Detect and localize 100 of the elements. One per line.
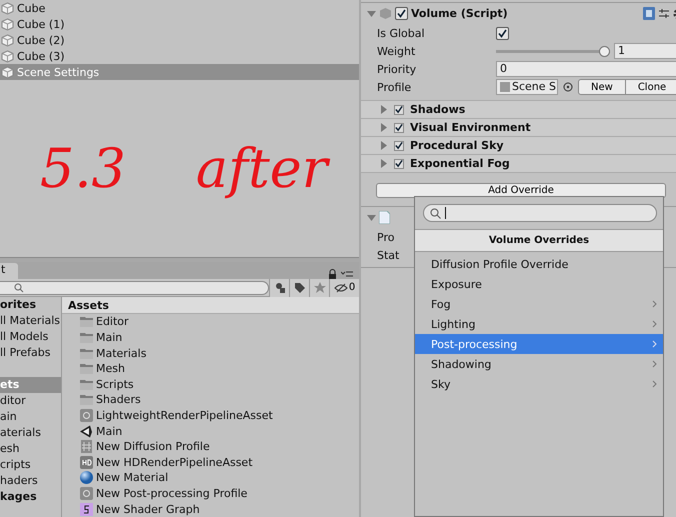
folder-tree-item[interactable]: cripts bbox=[0, 457, 61, 473]
hierarchy-item[interactable]: Cube (3) bbox=[0, 48, 359, 64]
slider-thumb[interactable] bbox=[599, 46, 610, 56]
sphere-icon bbox=[79, 470, 94, 486]
folder-icon bbox=[79, 330, 94, 344]
toolbar-button[interactable]: New bbox=[578, 79, 626, 95]
checkbox[interactable] bbox=[394, 122, 404, 132]
asset-item[interactable]: New Diffusion Profile bbox=[62, 438, 359, 454]
override-header[interactable]: Visual Environment bbox=[361, 118, 676, 136]
chevron-right-icon bbox=[652, 300, 657, 308]
asset-item[interactable]: Materials bbox=[62, 345, 359, 361]
hidden-count: 0 bbox=[348, 282, 356, 293]
asset-item[interactable]: Editor bbox=[62, 314, 359, 330]
menu-item[interactable]: Diffusion Profile Override bbox=[415, 254, 663, 274]
folder-icon bbox=[79, 315, 94, 328]
component-title: Volume (Script) bbox=[411, 7, 509, 20]
asset-item[interactable]: Mesh bbox=[62, 360, 359, 376]
override-header[interactable]: Procedural Sky bbox=[361, 136, 676, 154]
asset-name: New Post-processing Profile bbox=[96, 487, 248, 500]
menu-item[interactable]: Fog bbox=[415, 294, 663, 314]
folder-tree-item[interactable]: aterials bbox=[0, 425, 61, 441]
asset-name: Scripts bbox=[96, 378, 134, 391]
override-title: Visual Environment bbox=[410, 121, 532, 134]
menu-item[interactable]: Shadowing bbox=[415, 354, 663, 374]
checkbox[interactable] bbox=[394, 158, 404, 168]
object-value: Scene S bbox=[512, 80, 556, 94]
item-label: Scene Settings bbox=[17, 66, 100, 78]
toolbar-button[interactable]: Clone bbox=[626, 79, 676, 95]
component-toggle[interactable] bbox=[395, 7, 408, 20]
expand-arrow-icon[interactable] bbox=[367, 213, 376, 222]
handwritten-annotation: 5.3 bbox=[40, 142, 126, 196]
asset-item[interactable]: New HDRenderPipelineAsset bbox=[62, 454, 359, 470]
asset-name: Main bbox=[96, 330, 122, 344]
number-field[interactable]: 0 bbox=[496, 61, 676, 77]
filter-label-button[interactable] bbox=[289, 278, 309, 296]
asset-item[interactable]: New Material bbox=[62, 470, 359, 486]
menu-title: Volume Overrides bbox=[415, 229, 663, 252]
sliders-icon[interactable] bbox=[658, 8, 670, 20]
checkbox[interactable] bbox=[394, 104, 404, 114]
favorite-item[interactable]: ll Prefabs bbox=[0, 345, 61, 361]
asset-name: Materials bbox=[96, 346, 146, 360]
hierarchy-item[interactable]: Cube (1) bbox=[0, 16, 359, 32]
field-label: Priority bbox=[377, 62, 418, 76]
asset-name: New Shader Graph bbox=[96, 502, 200, 516]
menu-item[interactable]: Post-processing bbox=[415, 334, 663, 354]
favorite-item[interactable]: ll Models bbox=[0, 329, 61, 345]
asset-item[interactable]: Main bbox=[62, 330, 359, 346]
search-icon bbox=[430, 208, 441, 218]
star-icon bbox=[314, 282, 326, 294]
asset-name: New Material bbox=[96, 471, 168, 484]
search-field[interactable] bbox=[423, 204, 657, 222]
chevron-right-icon bbox=[652, 340, 657, 348]
item-label: Cube bbox=[17, 2, 46, 14]
asset-name: LightweightRenderPipelineAsset bbox=[96, 408, 273, 422]
chevron-right-icon bbox=[652, 380, 657, 388]
grid-icon bbox=[79, 439, 94, 454]
tag-icon bbox=[294, 282, 306, 294]
menu-item[interactable]: Exposure bbox=[415, 274, 663, 294]
hierarchy-item[interactable]: Cube bbox=[0, 0, 359, 16]
checkbox[interactable] bbox=[496, 26, 509, 40]
folder-icon bbox=[79, 378, 94, 391]
menu-item[interactable]: Lighting bbox=[415, 314, 663, 334]
override-title: Procedural Sky bbox=[410, 139, 505, 152]
expand-arrow-icon[interactable] bbox=[367, 9, 376, 18]
lock-icon[interactable] bbox=[328, 269, 337, 279]
object-field[interactable]: Scene S bbox=[496, 79, 558, 95]
menu-item[interactable]: Sky bbox=[415, 374, 663, 394]
folder-tree-item[interactable]: ain bbox=[0, 409, 61, 425]
item-label: Cube (1) bbox=[17, 18, 64, 30]
asset-item[interactable]: New Shader Graph bbox=[62, 501, 359, 517]
field-label: Pro bbox=[377, 230, 394, 244]
hidden-packages-button[interactable]: 0 bbox=[329, 278, 359, 296]
override-header[interactable]: Exponential Fog bbox=[361, 154, 676, 172]
hierarchy-item[interactable]: Cube (2) bbox=[0, 32, 359, 48]
asset-item[interactable]: Scripts bbox=[62, 376, 359, 392]
section-heading: orites bbox=[0, 297, 38, 313]
folder-tree-item[interactable]: esh bbox=[0, 441, 61, 457]
folder-tree-item[interactable]: ditor bbox=[0, 393, 61, 409]
shapes-icon bbox=[274, 282, 286, 293]
checkbox[interactable] bbox=[394, 140, 404, 150]
override-title: Shadows bbox=[410, 103, 466, 116]
asset-name: New Diffusion Profile bbox=[96, 440, 210, 454]
asset-item[interactable]: Shaders bbox=[62, 392, 359, 408]
menu-icon[interactable] bbox=[341, 270, 353, 278]
item-label: Cube (3) bbox=[17, 50, 64, 62]
asset-item[interactable]: Main bbox=[62, 423, 359, 439]
search-field[interactable] bbox=[0, 280, 269, 294]
folder-icon bbox=[79, 393, 94, 406]
favorite-item[interactable]: ll Materials bbox=[0, 313, 61, 329]
panel-tab[interactable]: t bbox=[0, 263, 18, 279]
hidden-eye-icon bbox=[334, 282, 348, 292]
folder-tree-item[interactable]: haders bbox=[0, 473, 61, 489]
override-header[interactable]: Shadows bbox=[361, 100, 676, 118]
section-heading: kages bbox=[0, 489, 38, 505]
target-icon[interactable] bbox=[563, 82, 573, 92]
number-field[interactable]: 1 bbox=[614, 43, 676, 59]
shader-graph-icon bbox=[79, 502, 94, 517]
asset-item[interactable]: New Post-processing Profile bbox=[62, 486, 359, 502]
filter-type-button[interactable] bbox=[269, 278, 289, 296]
asset-item[interactable]: LightweightRenderPipelineAsset bbox=[62, 408, 359, 424]
